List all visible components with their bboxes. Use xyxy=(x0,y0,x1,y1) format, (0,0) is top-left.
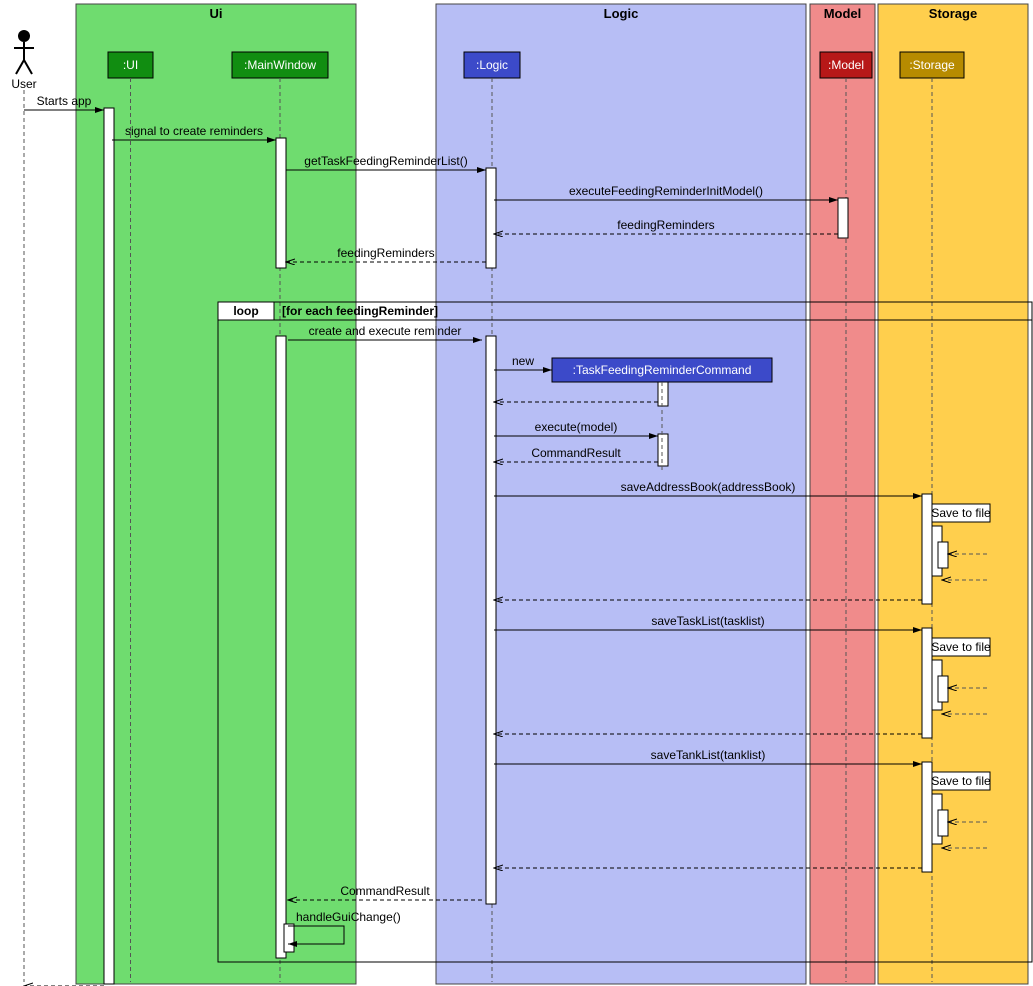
lane-model xyxy=(810,4,875,984)
save-label-2: Save to file xyxy=(931,774,991,788)
activation-0 xyxy=(104,108,114,984)
save-label-0: Save to file xyxy=(931,506,991,520)
lane-title-storage: Storage xyxy=(929,6,977,21)
actor-head xyxy=(18,30,30,42)
activation-5 xyxy=(486,336,496,904)
activation-3 xyxy=(284,924,294,952)
participant-label-logic_p: :Logic xyxy=(476,58,508,72)
loop-cond: [for each feedingReminder] xyxy=(282,304,438,318)
lane-storage xyxy=(878,4,1028,984)
activation-4 xyxy=(486,168,496,268)
participant-label-tfrc: :TaskFeedingReminderCommand xyxy=(573,363,752,377)
activation-1 xyxy=(276,138,286,268)
participant-label-storage_p: :Storage xyxy=(909,58,955,72)
message-label-13: saveTaskList(tasklist) xyxy=(651,614,764,628)
message-label-5: feedingReminders xyxy=(337,246,434,260)
selfcall-label-0: handleGuiChange() xyxy=(296,910,401,924)
participant-label-ui_p: :UI xyxy=(123,58,138,72)
lane-ui xyxy=(76,4,356,984)
message-label-0: Starts app xyxy=(37,94,92,108)
message-label-3: executeFeedingReminderInitModel() xyxy=(569,184,763,198)
activation-8 xyxy=(658,434,668,466)
activation-2 xyxy=(276,336,286,958)
message-label-9: execute(model) xyxy=(535,420,618,434)
message-label-17: CommandResult xyxy=(340,884,430,898)
lane-title-model: Model xyxy=(824,6,862,21)
message-label-10: CommandResult xyxy=(531,446,621,460)
message-label-1: signal to create reminders xyxy=(125,124,263,138)
actor-label: User xyxy=(11,77,36,91)
save-label-1: Save to file xyxy=(931,640,991,654)
message-label-7: new xyxy=(512,354,534,368)
message-label-4: feedingReminders xyxy=(617,218,714,232)
loop-label: loop xyxy=(233,304,258,318)
message-label-11: saveAddressBook(addressBook) xyxy=(621,480,796,494)
activation-7 xyxy=(658,382,668,406)
participant-label-main: :MainWindow xyxy=(244,58,316,72)
message-label-15: saveTankList(tanklist) xyxy=(651,748,766,762)
lane-title-ui: Ui xyxy=(210,6,223,21)
activation-6 xyxy=(838,198,848,238)
participant-label-model_p: :Model xyxy=(828,58,864,72)
lane-title-logic: Logic xyxy=(604,6,639,21)
message-label-6: create and execute reminder xyxy=(309,324,462,338)
message-label-2: getTaskFeedingReminderList() xyxy=(304,154,467,168)
